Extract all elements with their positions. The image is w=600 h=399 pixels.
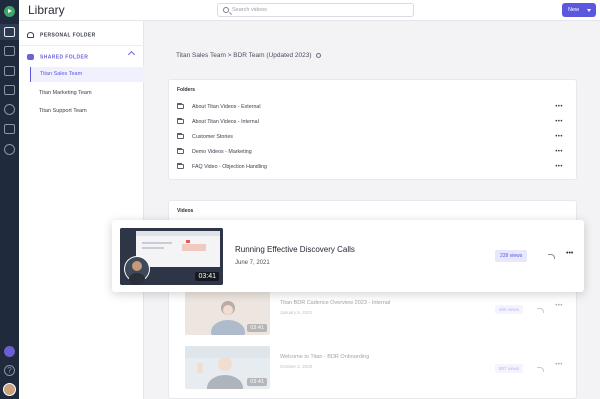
more-options-icon[interactable]: ••• (555, 115, 563, 129)
page-title: Library (28, 3, 65, 17)
more-options-icon[interactable]: ••• (555, 362, 563, 368)
share-icon[interactable] (537, 308, 544, 313)
video-title[interactable]: Running Effective Discovery Calls (235, 245, 355, 254)
search-icon (223, 7, 229, 13)
user-icon[interactable] (4, 144, 15, 155)
search-input[interactable] (232, 5, 410, 15)
folders-card: Folders About Titan Videos - External ••… (168, 79, 577, 180)
folder-row[interactable]: FAQ Video - Objection Handling ••• (177, 160, 569, 174)
integrations-icon[interactable] (4, 124, 15, 134)
gear-icon[interactable] (315, 52, 321, 58)
personal-folder[interactable]: PERSONAL FOLDER (27, 32, 96, 38)
chart-icon[interactable] (4, 85, 15, 95)
video-row[interactable]: 03:41 Titan BDR Cadence Overview 2023 - … (185, 292, 575, 338)
share-icon[interactable] (537, 367, 544, 372)
shared-folder-icon (27, 54, 34, 60)
folder-row[interactable]: Demo Videos - Marketing ••• (177, 145, 569, 159)
share-icon[interactable] (548, 254, 555, 259)
folder-icon (177, 162, 184, 169)
folder-icon (177, 132, 184, 139)
folder-icon (177, 147, 184, 154)
folder-sidebar: PERSONAL FOLDER SHARED FOLDER Titan Sale… (19, 21, 144, 399)
video-title[interactable]: Welcome to Titan - BDR Onboarding (280, 354, 369, 360)
folders-title: Folders (177, 87, 196, 93)
views-badge: 466 views (495, 305, 524, 314)
views-badge: 507 views (495, 364, 524, 373)
folder-icon (177, 117, 184, 124)
shared-folder[interactable]: SHARED FOLDER (27, 54, 88, 60)
analytics-icon[interactable] (4, 104, 15, 115)
bookmark-icon[interactable] (4, 46, 15, 56)
new-button-label: New (568, 7, 580, 13)
folder-row[interactable]: Customer Stories ••• (177, 130, 569, 144)
sidebar-item-titan-sales-team[interactable]: Titan Sales Team (30, 67, 144, 82)
breadcrumb: Titan Sales Team > BDR Team (Updated 202… (176, 52, 321, 59)
more-options-icon[interactable]: ••• (555, 303, 563, 309)
chevron-up-icon[interactable] (127, 50, 136, 59)
folder-name: Demo Videos - Marketing (192, 149, 252, 155)
video-title[interactable]: Titan BDR Cadence Overview 2023 - Intern… (280, 300, 390, 306)
personal-folder-label: PERSONAL FOLDER (40, 32, 96, 39)
search-box[interactable] (217, 3, 414, 17)
video-date: January 5, 2021 (280, 310, 313, 315)
notifications-icon[interactable] (4, 346, 15, 357)
sidebar-divider (19, 45, 144, 46)
video-thumbnail[interactable]: 03:41 (120, 228, 223, 285)
folder-name: Customer Stories (192, 134, 233, 140)
video-thumbnail[interactable]: 03:41 (185, 292, 270, 335)
more-options-icon[interactable]: ••• (555, 145, 563, 159)
more-options-icon[interactable]: ••• (555, 160, 563, 174)
sidebar-item-titan-marketing-team[interactable]: Titan Marketing Team (30, 86, 144, 101)
views-badge: 239 views (495, 250, 528, 262)
app-rail: ? (0, 0, 19, 399)
top-header: Library New (19, 0, 600, 21)
chevron-down-icon (587, 9, 591, 12)
more-options-icon[interactable]: ••• (555, 100, 563, 114)
new-button[interactable]: New (562, 3, 596, 17)
more-options-icon[interactable]: ••• (555, 130, 563, 144)
video-duration: 03:41 (247, 324, 267, 332)
folder-icon (177, 102, 184, 109)
video-duration: 03:41 (195, 272, 219, 281)
featured-video-card[interactable]: 03:41 Running Effective Discovery Calls … (112, 220, 584, 292)
video-date: June 7, 2021 (235, 260, 270, 266)
folder-name: About Titan Videos - External (192, 104, 261, 110)
video-date: October 2, 2020 (280, 364, 313, 369)
folder-name: About Titan Videos - Internal (192, 119, 259, 125)
shared-folder-label: SHARED FOLDER (40, 54, 89, 61)
avatar[interactable] (3, 383, 16, 396)
folder-row[interactable]: About Titan Videos - Internal ••• (177, 115, 569, 129)
video-row[interactable]: 03:41 Welcome to Titan - BDR Onboarding … (185, 346, 575, 392)
more-options-icon[interactable]: ••• (566, 250, 573, 257)
videos-title: Videos (177, 208, 194, 214)
help-icon[interactable]: ? (4, 365, 15, 376)
breadcrumb-text: Titan Sales Team > BDR Team (Updated 202… (176, 52, 312, 59)
video-duration: 03:41 (247, 378, 267, 386)
folder-name: FAQ Video - Objection Handling (192, 164, 267, 170)
logo-icon[interactable] (4, 6, 15, 17)
folder-row[interactable]: About Titan Videos - External ••• (177, 100, 569, 114)
video-thumbnail[interactable]: 03:41 (185, 346, 270, 389)
sidebar-item-titan-support-team[interactable]: Titan Support Team (30, 104, 144, 119)
library-icon[interactable] (4, 27, 15, 37)
person-icon (27, 32, 34, 38)
video-icon[interactable] (4, 66, 15, 76)
